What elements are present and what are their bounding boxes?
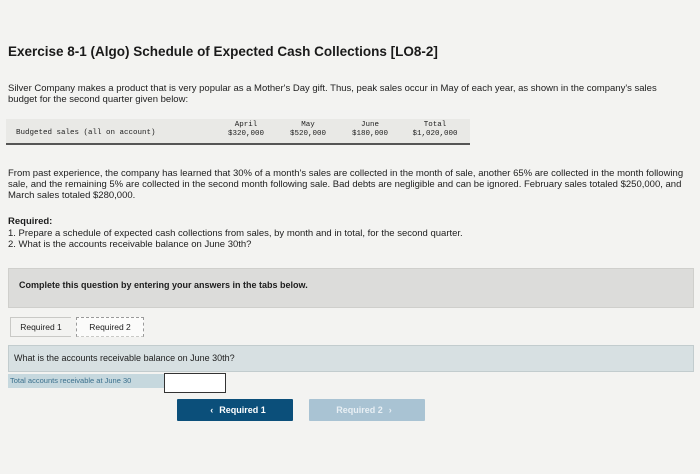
answer-label: Total accounts receivable at June 30	[8, 374, 164, 388]
required-heading: Required:	[8, 216, 53, 227]
exercise-page: Exercise 8-1 (Algo) Schedule of Expected…	[0, 0, 700, 474]
chevron-left-icon: ‹	[210, 405, 214, 415]
budget-month: May	[301, 121, 315, 129]
budget-col-may: May $520,000	[280, 121, 336, 139]
budget-row-label: Budgeted sales (all on account)	[16, 129, 156, 137]
next-required-2-button[interactable]: Required 2 ›	[309, 399, 425, 421]
required-item-1: 1. Prepare a schedule of expected cash c…	[8, 228, 463, 239]
chevron-right-icon: ›	[388, 405, 392, 415]
budget-col-june: June $180,000	[342, 121, 398, 139]
exercise-title: Exercise 8-1 (Algo) Schedule of Expected…	[8, 44, 438, 59]
budget-col-april: April $320,000	[218, 121, 274, 139]
question-bar: What is the accounts receivable balance …	[8, 345, 694, 372]
budget-value: $520,000	[289, 130, 326, 138]
sales-budget-table: Budgeted sales (all on account) April $3…	[6, 119, 470, 145]
budget-month: June	[360, 121, 379, 129]
prev-button-label: Required 1	[219, 405, 266, 415]
collection-paragraph: From past experience, the company has le…	[8, 168, 684, 201]
budget-month: April	[234, 121, 258, 129]
tab-required-2[interactable]: Required 2	[76, 317, 144, 337]
instruction-box: Complete this question by entering your …	[8, 268, 694, 308]
required-item-2: 2. What is the accounts receivable balan…	[8, 239, 252, 250]
budget-col-total: Total $1,020,000	[404, 121, 466, 139]
question-text: What is the accounts receivable balance …	[14, 353, 235, 363]
intro-text: Silver Company makes a product that is v…	[8, 83, 657, 105]
budget-value: $320,000	[227, 130, 264, 138]
instruction-text: Complete this question by entering your …	[19, 280, 308, 290]
budget-value: $180,000	[351, 130, 388, 138]
ar-balance-input[interactable]	[164, 373, 226, 393]
required-list: 1. Prepare a schedule of expected cash c…	[8, 228, 688, 250]
prev-required-1-button[interactable]: ‹ Required 1	[177, 399, 293, 421]
next-button-label: Required 2	[336, 405, 383, 415]
budget-value: $1,020,000	[412, 130, 458, 138]
budget-month: Total	[423, 121, 447, 129]
tab-required-1[interactable]: Required 1	[10, 317, 71, 337]
